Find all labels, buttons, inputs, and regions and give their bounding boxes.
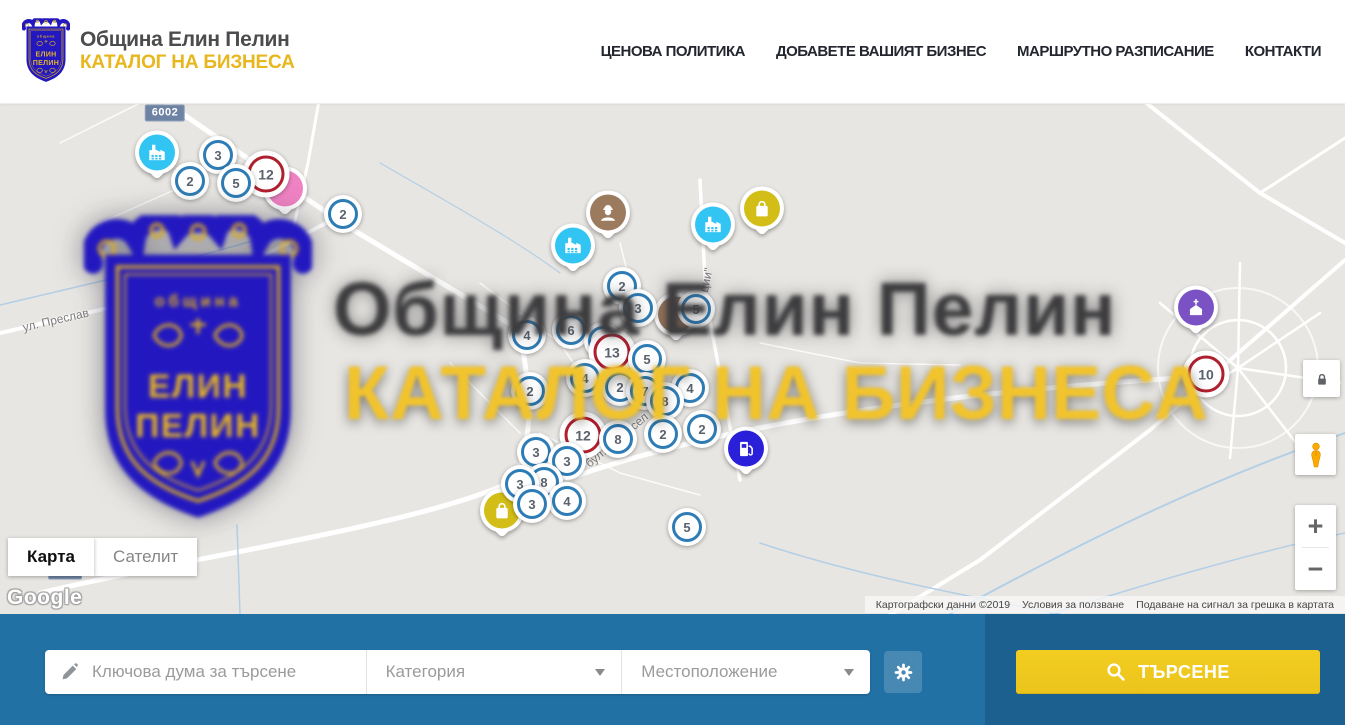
cluster-marker[interactable]: 4 [508,316,546,354]
municipality-crest-logo [22,18,70,84]
search-bar: Категория Местоположение [45,650,870,694]
cluster-count: 8 [661,394,668,409]
map-type-satellite-button[interactable]: Сателит [94,538,197,576]
keyword-section [45,650,366,694]
cluster-marker[interactable]: 4 [566,359,604,397]
cluster-count: 5 [643,352,650,367]
site-title: Община Елин Пелин [80,28,295,52]
cluster-count: 2 [698,422,705,437]
cluster-marker[interactable]: 10 [1183,351,1230,398]
cluster-count: 4 [523,328,530,343]
shopping-bag-pin[interactable] [740,186,784,230]
map-attribution: Картографски данни ©2019 Условия за полз… [865,596,1345,613]
main-nav: ЦЕНОВА ПОЛИТИКА ДОБАВЕТЕ ВАШИЯТ БИЗНЕС М… [601,0,1321,103]
map-type-control: Карта Сателит [8,538,197,576]
zoom-control: + − [1295,505,1336,590]
nav-pricing-policy[interactable]: ЦЕНОВА ПОЛИТИКА [601,43,745,60]
chevron-down-icon [595,669,605,676]
cluster-marker[interactable]: 3 [619,289,657,327]
report-map-error-link[interactable]: Подаване на сигнал за грешка в картата [1130,599,1340,611]
factory-pin[interactable] [135,130,179,174]
fuel-pin[interactable] [724,426,768,470]
nav-add-your-business[interactable]: ДОБАВЕТЕ ВАШИЯТ БИЗНЕС [776,43,986,60]
zoom-out-button[interactable]: − [1295,548,1336,590]
cluster-marker[interactable]: 2 [683,410,721,448]
map-canvas[interactable]: 6002105ул. Преславбул. „Новоселции" 3122… [0,103,1345,614]
lock-icon [1314,371,1330,387]
pegman-icon [1305,442,1327,468]
gear-icon [893,662,914,683]
map-copyright: Картографски данни ©2019 [870,599,1016,611]
cluster-count: 3 [214,148,221,163]
search-panel: Категория Местоположение [0,614,1345,725]
category-dropdown-label: Категория [367,662,465,682]
nav-contacts[interactable]: КОНТАКТИ [1245,43,1321,60]
cluster-count: 12 [575,427,591,443]
cluster-count: 3 [563,454,570,469]
chevron-down-icon [844,669,854,676]
street-view-pegman-button[interactable] [1295,434,1336,475]
zoom-in-button[interactable]: + [1295,505,1336,547]
shopping-bag-icon [744,190,780,226]
cluster-count: 13 [604,344,620,360]
site-subtitle: КАТАЛОГ НА БИЗНЕСА [80,52,295,74]
cluster-count: 2 [618,279,625,294]
cluster-count: 3 [532,445,539,460]
factory-icon [695,206,731,242]
cluster-marker[interactable]: 3 [513,485,551,523]
cluster-count: 12 [258,166,274,182]
cluster-marker[interactable]: 5 [668,508,706,546]
cluster-marker[interactable]: 5 [677,290,715,328]
cluster-count: 2 [339,207,346,222]
cluster-count: 2 [616,380,623,395]
page: Община Елин Пелин КАТАЛОГ НА БИЗНЕСА ЦЕН… [0,0,1345,725]
brand[interactable]: Община Елин Пелин КАТАЛОГ НА БИЗНЕСА [22,18,295,84]
cluster-marker[interactable]: 2 [511,372,549,410]
cluster-marker[interactable]: 2 [644,415,682,453]
location-dropdown-label: Местоположение [622,662,777,682]
cluster-count: 2 [526,384,533,399]
advanced-search-button[interactable] [884,651,922,693]
church-icon [1178,289,1214,325]
nav-route-schedule[interactable]: МАРШРУТНО РАЗПИСАНИЕ [1017,43,1214,60]
church-pin[interactable] [1174,285,1218,329]
factory-icon [139,134,175,170]
header: Община Елин Пелин КАТАЛОГ НА БИЗНЕСА ЦЕН… [0,0,1345,104]
lock-scroll-button[interactable] [1303,360,1340,397]
terms-of-use-link[interactable]: Условия за ползване [1016,599,1130,611]
cluster-marker[interactable]: 2 [324,195,362,233]
cluster-count: 2 [186,174,193,189]
cluster-marker[interactable]: 8 [599,420,637,458]
construction-worker-icon [590,194,626,230]
search-button[interactable]: ТЪРСЕНЕ [1016,650,1320,694]
road-number-badge: 6002 [145,105,185,122]
cluster-marker[interactable]: 4 [548,482,586,520]
keyword-search-input[interactable] [90,661,366,683]
cluster-count: 6 [567,323,574,338]
cluster-count: 4 [563,494,570,509]
pencil-icon [60,663,79,682]
cluster-count: 4 [581,371,588,386]
cluster-count: 3 [634,301,641,316]
factory-icon [555,227,591,263]
location-dropdown[interactable]: Местоположение [621,650,870,694]
cluster-count: 2 [659,427,666,442]
category-dropdown[interactable]: Категория [366,650,622,694]
cluster-count: 3 [528,497,535,512]
cluster-marker[interactable]: 5 [217,164,255,202]
cluster-count: 5 [232,176,239,191]
cluster-count: 8 [614,432,621,447]
google-logo[interactable]: Google [7,586,82,610]
cluster-count: 10 [1198,366,1214,382]
cluster-count: 5 [683,520,690,535]
factory-pin[interactable] [691,202,735,246]
factory-pin[interactable] [551,223,595,267]
cluster-count: 5 [692,302,699,317]
search-icon [1106,662,1126,682]
fuel-pump-icon [728,430,764,466]
cluster-count: 4 [686,381,693,396]
map-type-map-button[interactable]: Карта [8,538,94,576]
search-button-label: ТЪРСЕНЕ [1138,662,1230,683]
